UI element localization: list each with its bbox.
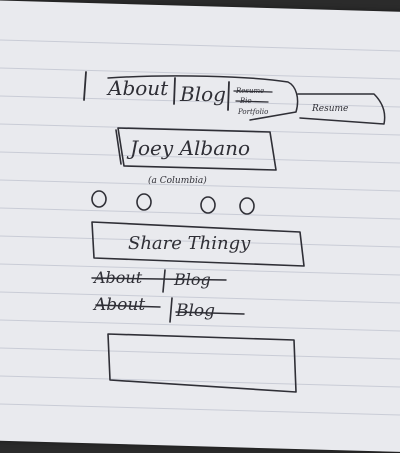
circle-icon <box>200 196 216 214</box>
nav-about: About <box>106 76 169 100</box>
circle-icon <box>136 193 152 211</box>
nav-blog: Blog <box>179 82 226 106</box>
circle-icons <box>91 190 255 215</box>
wireframe-sketch: About Blog Resume Bio Portfolio Resume J… <box>0 39 400 416</box>
nav-resume: Resume <box>311 104 348 114</box>
nav-divider-1 <box>173 77 176 105</box>
name-box-sketch: Joey Albano <box>115 127 277 171</box>
crossed-divider-1 <box>162 269 166 293</box>
circle-icon <box>239 197 255 215</box>
circle-icon <box>91 190 107 208</box>
nav-left-bar <box>83 71 87 101</box>
nav-divider-2 <box>227 81 230 111</box>
nav-stack-3: Portfolio <box>237 108 268 116</box>
share-text: Share Thingy <box>128 233 251 254</box>
crossed-divider-2 <box>169 297 173 323</box>
crossed-nav-2: About Blog <box>92 295 245 323</box>
subtitle-text: (a Columbia) <box>148 175 207 186</box>
share-box-sketch: Share Thingy <box>91 221 305 267</box>
crossed-blog-2: Blog <box>175 301 215 321</box>
crossed-nav-1: About Blog <box>91 268 227 293</box>
nav-bar-sketch: About Blog Resume Bio Portfolio Resume <box>83 71 386 125</box>
name-text: Joey Albano <box>126 136 250 160</box>
